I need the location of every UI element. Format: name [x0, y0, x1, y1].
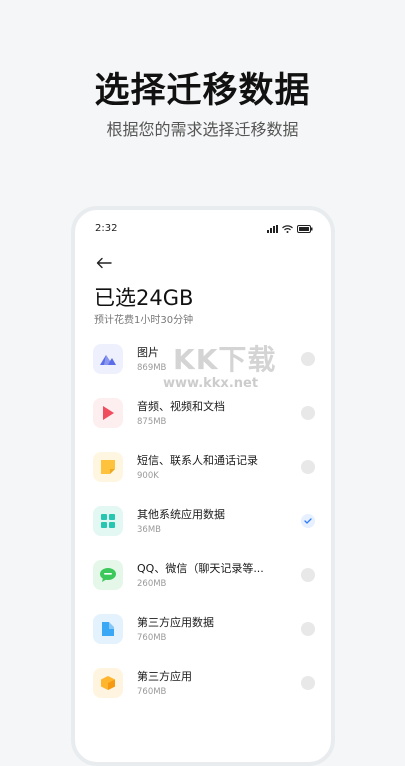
sms-contacts-icon: [93, 452, 123, 482]
selection-checkbox[interactable]: [301, 568, 315, 582]
item-size: 869MB: [137, 363, 167, 373]
list-item-pictures[interactable]: 图片 869MB: [75, 336, 331, 390]
signal-icon: [267, 225, 278, 233]
status-time: 2:32: [95, 223, 118, 234]
selection-checkbox[interactable]: [301, 622, 315, 636]
list-item-system-apps[interactable]: 其他系统应用数据 36MB: [75, 498, 331, 552]
app-data-icon: [93, 614, 123, 644]
selection-checkbox[interactable]: [301, 460, 315, 474]
item-size: 36MB: [137, 525, 161, 535]
list-item-third-party-apps[interactable]: 第三方应用 760MB: [75, 660, 331, 714]
item-name: 其他系统应用数据: [137, 508, 225, 521]
wifi-icon: [282, 225, 293, 233]
back-button[interactable]: [93, 254, 115, 272]
selected-size-title: 已选24GB: [94, 286, 194, 310]
item-name: 图片: [137, 346, 159, 359]
selection-checkbox[interactable]: [301, 676, 315, 690]
item-name: 短信、联系人和通话记录: [137, 454, 258, 467]
list-item-sms-contacts[interactable]: 短信、联系人和通话记录 900K: [75, 444, 331, 498]
media-play-icon: [93, 398, 123, 428]
item-size: 875MB: [137, 417, 167, 427]
item-size: 760MB: [137, 633, 167, 643]
list-item-app-data[interactable]: 第三方应用数据 760MB: [75, 606, 331, 660]
item-size: 760MB: [137, 687, 167, 697]
chat-icon: [93, 560, 123, 590]
third-party-app-icon: [93, 668, 123, 698]
subline: 根据您的需求选择迁移数据: [106, 120, 299, 139]
phone-mockup: 2:32 已选24GB 预计花费1小时30分钟 图片 869MB 音频、视频和文…: [71, 206, 335, 766]
estimated-time: 预计花费1小时30分钟: [94, 315, 194, 326]
list-item-qq-wechat[interactable]: QQ、微信（聊天记录等... 260MB: [75, 552, 331, 606]
item-name: 第三方应用: [137, 670, 192, 683]
item-name: 第三方应用数据: [137, 616, 214, 629]
selection-checkbox[interactable]: [301, 352, 315, 366]
battery-icon: [297, 225, 313, 233]
selection-checkbox-checked[interactable]: [301, 514, 315, 528]
check-icon: [304, 518, 312, 524]
data-category-list: 图片 869MB 音频、视频和文档 875MB 短信、联系人和通话记录 900K: [75, 336, 331, 714]
back-arrow-icon: [96, 257, 112, 269]
item-size: 900K: [137, 471, 159, 481]
selection-checkbox[interactable]: [301, 406, 315, 420]
list-item-media-docs[interactable]: 音频、视频和文档 875MB: [75, 390, 331, 444]
system-apps-icon: [93, 506, 123, 536]
item-size: 260MB: [137, 579, 167, 589]
item-name: QQ、微信（聊天记录等...: [137, 562, 264, 575]
status-bar: 2:32: [75, 210, 331, 248]
status-icons: [267, 225, 313, 233]
headline: 选择迁移数据: [94, 71, 311, 111]
item-name: 音频、视频和文档: [137, 400, 225, 413]
picture-icon: [93, 344, 123, 374]
